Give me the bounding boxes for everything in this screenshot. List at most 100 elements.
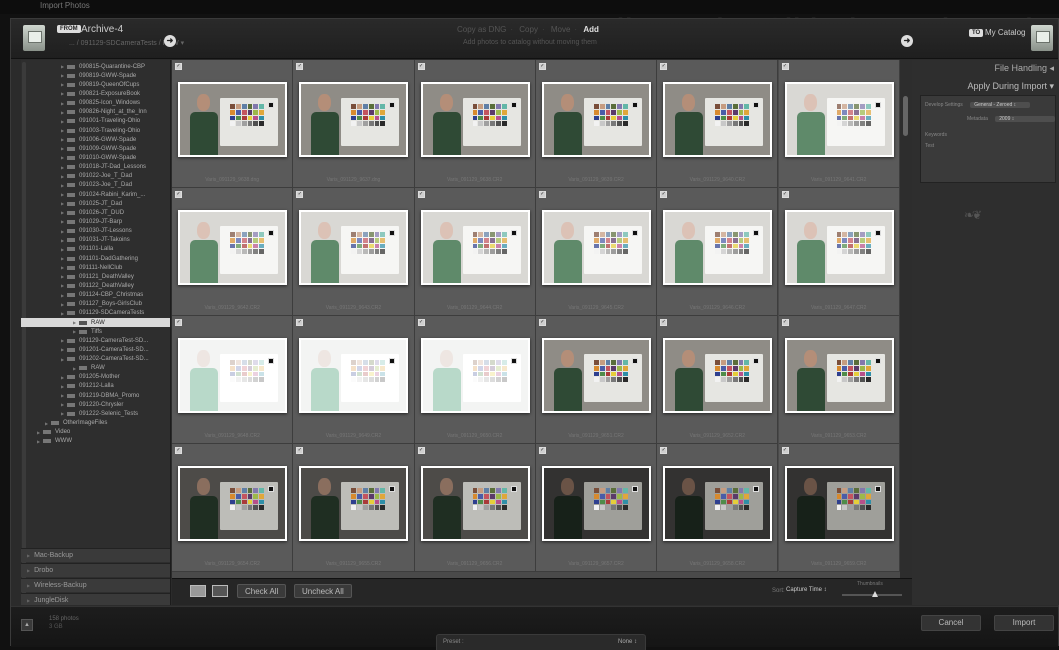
photo-checkbox[interactable]: ✓ (781, 319, 789, 326)
grid-scrollbar[interactable] (900, 60, 912, 578)
photo-checkbox[interactable]: ✓ (660, 191, 668, 198)
volume-item[interactable]: ▶ Mac-Backup (21, 548, 170, 562)
photo-cell[interactable]: ✓ Varis_091129_9654.CR2 (172, 444, 294, 572)
folder-item[interactable]: ▶ 091201-CameraTest-SD... (27, 345, 170, 354)
folder-item[interactable]: ▶ 091010-GWW-Spade (27, 153, 170, 162)
photo-checkbox[interactable]: ✓ (538, 447, 546, 454)
metadata-select[interactable]: 2009 ↕ (995, 116, 1056, 122)
photo-cell[interactable]: ✓ Varis_091129_9643.CR2 (293, 188, 415, 316)
mode-copy-dng[interactable]: Copy as DNG (457, 25, 506, 34)
preset-select[interactable]: None ↕ (618, 639, 637, 645)
photo-checkbox[interactable]: ✓ (660, 447, 668, 454)
photo-checkbox[interactable]: ✓ (175, 319, 182, 326)
mode-add[interactable]: Add (583, 25, 599, 34)
photo-cell[interactable]: ✓ Varis_091129_9637.dng (293, 60, 415, 188)
photo-cell[interactable]: ✓ Varis_091129_9644.CR2 (414, 188, 536, 316)
photo-cell[interactable]: ✓ Varis_091129_9658.CR2 (657, 444, 779, 572)
folder-item[interactable]: ▶ 091202-CameraTest-SD... (27, 355, 170, 364)
folder-item[interactable]: ▶ 091122_DeathValley (27, 281, 170, 290)
photo-thumbnail[interactable] (663, 82, 773, 157)
folder-item[interactable]: ▶ 091121_DeathValley (27, 272, 170, 281)
photo-thumbnail[interactable] (420, 338, 530, 413)
destination-catalog[interactable]: My Catalog (985, 28, 1025, 37)
folder-item[interactable]: ▶ 091129-CameraTest-SD... (27, 336, 170, 345)
photo-thumbnail[interactable] (420, 210, 530, 285)
folder-item[interactable]: ▶ OtherImageFiles (27, 418, 170, 427)
photo-checkbox[interactable]: ✓ (175, 63, 182, 70)
folder-item[interactable]: ▶ WWW (27, 437, 170, 446)
import-preset[interactable]: Preset : None ↕ (436, 634, 646, 650)
photo-thumbnail[interactable] (784, 338, 894, 413)
photo-cell[interactable]: ✓ Varis_091129_9659.CR2 (778, 444, 900, 572)
photo-checkbox[interactable]: ✓ (175, 447, 182, 454)
photo-cell[interactable]: ✓ Varis_091129_9657.CR2 (535, 444, 658, 572)
photo-cell[interactable]: ✓ Varis_091129_9648.CR2 (172, 316, 294, 444)
photo-thumbnail[interactable] (420, 466, 530, 541)
folder-item[interactable]: ▶ 090825-Icon_Windows (27, 99, 170, 108)
disclosure-triangle-icon[interactable]: ▶ (27, 553, 30, 558)
photo-checkbox[interactable]: ✓ (660, 319, 668, 326)
volume-item[interactable]: ▶ Drobo (21, 563, 170, 577)
source-drive-icon[interactable] (23, 25, 45, 51)
photo-thumbnail[interactable] (299, 82, 409, 157)
folder-item[interactable]: ▶ 091219-DBMA_Promo (27, 391, 170, 400)
check-all-button[interactable]: Check All (237, 584, 287, 598)
photo-checkbox[interactable]: ✓ (175, 191, 182, 198)
folder-item[interactable]: ▶ RAW (21, 317, 170, 328)
photo-checkbox[interactable]: ✓ (417, 63, 425, 70)
source-scrollbar[interactable] (22, 62, 26, 602)
folder-item[interactable]: ▶ 091205-Mother (27, 373, 170, 382)
photo-cell[interactable]: ✓ Varis_091129_9649.CR2 (293, 316, 415, 444)
photo-cell[interactable]: ✓ Varis_091129_9651.CR2 (535, 316, 658, 444)
import-button[interactable]: Import (994, 615, 1054, 631)
disclosure-triangle-icon[interactable]: ▶ (27, 568, 30, 573)
photo-thumbnail[interactable] (178, 82, 287, 157)
photo-checkbox[interactable]: ✓ (660, 63, 668, 70)
folder-item[interactable]: ▶ 090826-Night_at_the_Inn (27, 108, 170, 117)
photo-checkbox[interactable]: ✓ (538, 63, 546, 70)
photo-cell[interactable]: ✓ Varis_091129_9645.CR2 (535, 188, 658, 316)
folder-item[interactable]: ▶ 091001-Traveling-Ohio (27, 117, 170, 126)
folder-item[interactable]: ▶ 091018-JT-Dad_Lessons (27, 163, 170, 172)
photo-thumbnail[interactable] (784, 82, 894, 157)
folder-item[interactable]: ▶ 091009-GWW-Spade (27, 144, 170, 153)
photo-cell[interactable]: ✓ Varis_091129_9653.CR2 (778, 316, 900, 444)
folder-item[interactable]: ▶ 090821-ExposureBook (27, 89, 170, 98)
photo-cell[interactable]: ✓ Varis_091129_9647.CR2 (778, 188, 900, 316)
folder-item[interactable]: ▶ 091124-CBP_Christmas (27, 291, 170, 300)
photo-thumbnail[interactable] (663, 466, 773, 541)
folder-item[interactable]: ▶ 091029-JT-Barp (27, 217, 170, 226)
folder-item[interactable]: ▶ 091024-Rabini_Karim_... (27, 190, 170, 199)
photo-thumbnail[interactable] (541, 338, 651, 413)
folder-item[interactable]: ▶ 091003-Traveling-Ohio (27, 126, 170, 135)
folder-item[interactable]: ▶ 091222-Selenic_Tests (27, 409, 170, 418)
apply-during-import-header[interactable]: Apply During Import ▾ (967, 81, 1054, 92)
photo-cell[interactable]: ✓ Varis_091129_9638.CR2 (414, 60, 536, 188)
volume-item[interactable]: ▶ Wireless-Backup (21, 578, 170, 592)
folder-item[interactable]: ▶ 091127_Boys-GirlsClub (27, 300, 170, 309)
mode-move[interactable]: Move (551, 25, 571, 34)
photo-cell[interactable]: ✓ Varis_091129_9652.CR2 (657, 316, 779, 444)
folder-item[interactable]: ▶ 091026-JT_DUD (27, 208, 170, 217)
cancel-button[interactable]: Cancel (921, 615, 981, 631)
develop-settings-select[interactable]: General - Zeroed ↕ (970, 102, 1031, 108)
photo-checkbox[interactable]: ✓ (296, 319, 304, 326)
file-handling-header[interactable]: File Handling ◂ (994, 63, 1054, 74)
slider-knob-icon[interactable] (872, 591, 878, 597)
folder-item[interactable]: ▶ 091212-Lalla (27, 382, 170, 391)
folder-item[interactable]: ▶ 091030-JT-Lessons (27, 227, 170, 236)
photo-checkbox[interactable]: ✓ (296, 63, 304, 70)
folder-item[interactable]: ▶ 091031-JT-Takoins (27, 236, 170, 245)
folder-item[interactable]: ▶ 091129-SDCameraTests (27, 309, 170, 318)
folder-item[interactable]: ▶ Tiffs (27, 327, 170, 336)
folder-item[interactable]: ▶ 091101-Lalla (27, 245, 170, 254)
photo-thumbnail[interactable] (784, 210, 894, 285)
photo-cell[interactable]: ✓ Varis_091129_9642.CR2 (172, 188, 294, 316)
folder-item[interactable]: ▶ 091025-JT_Dad (27, 199, 170, 208)
photo-checkbox[interactable]: ✓ (417, 191, 425, 198)
loupe-view-icon[interactable] (212, 585, 228, 597)
photo-checkbox[interactable]: ✓ (781, 191, 789, 198)
photo-cell[interactable]: ✓ Varis_091129_9638.dng (172, 60, 294, 188)
mode-copy[interactable]: Copy (519, 25, 538, 34)
source-name[interactable]: Archive-4 (81, 24, 123, 35)
